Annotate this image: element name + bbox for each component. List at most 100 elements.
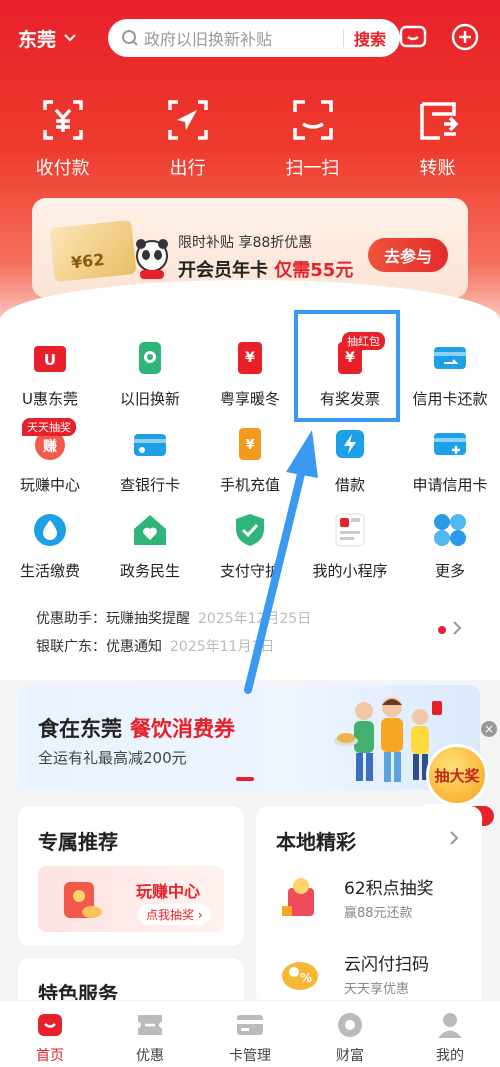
- top-bar: 东莞 政府以旧换新补贴 搜索: [18, 18, 486, 58]
- local-item-title: 云闪付扫码: [344, 955, 429, 975]
- notice-date: 2025年11月3日: [170, 639, 275, 655]
- service-bank-card[interactable]: 查银行卡: [100, 426, 200, 512]
- more-grid-icon: [434, 514, 466, 546]
- service-warm-winter[interactable]: ¥ 粤享暖冬: [200, 340, 300, 426]
- tab-offers[interactable]: 优惠: [100, 1001, 200, 1067]
- mini-program-icon: [335, 513, 365, 547]
- city-selector[interactable]: 东莞: [18, 25, 108, 52]
- food-banner-title-text: 食在东莞: [38, 717, 122, 741]
- local-highlights-card[interactable]: 本地精彩 62积点抽奖 赢88元还款 % 云闪付扫码 天天享优惠: [256, 806, 482, 1006]
- notice-text: 优惠通知: [106, 639, 162, 655]
- chevron-right-icon: [453, 621, 462, 635]
- service-mini-programs[interactable]: 我的小程序: [300, 512, 400, 598]
- bottom-tab-bar: 首页 优惠 卡管理 财富 我的: [0, 1000, 500, 1067]
- lottery-ball: 抽大奖: [426, 744, 488, 806]
- svg-text:赚: 赚: [42, 438, 57, 455]
- tab-home[interactable]: 首页: [0, 1001, 100, 1067]
- home-icon: [38, 1014, 62, 1036]
- notice-item: 优惠助手：玩赚抽奖提醒 2025年12月25日: [36, 608, 311, 628]
- quick-action-transfer[interactable]: 转账: [375, 96, 500, 180]
- water-drop-icon: [34, 514, 66, 546]
- city-label: 东莞: [18, 28, 57, 51]
- highlight-box: [294, 310, 400, 422]
- service-earn-center[interactable]: 赚 天天抽奖 玩赚中心: [0, 418, 100, 512]
- unread-dot: [438, 626, 446, 634]
- tab-label: 财富: [336, 1048, 364, 1064]
- local-item[interactable]: 62积点抽奖 赢88元还款: [274, 872, 474, 928]
- service-label: 我的小程序: [312, 562, 388, 580]
- service-row: 生活缴费 政务民生 支付守护 我的小程序 更多: [0, 512, 500, 598]
- service-label: 玩赚中心: [19, 476, 80, 494]
- service-label: 粤享暖冬: [219, 390, 280, 408]
- exclusive-card[interactable]: 专属推荐 玩赚中心 点我抽奖 ›: [18, 806, 244, 946]
- service-label: 以旧换新: [119, 390, 180, 408]
- service-apply-credit[interactable]: 申请信用卡: [400, 426, 500, 512]
- quick-actions: 收付款 出行 扫一扫 转账: [0, 96, 500, 180]
- chevron-right-icon: [450, 831, 459, 845]
- add-icon[interactable]: [450, 22, 480, 52]
- join-button[interactable]: 去参与: [368, 238, 448, 272]
- svg-text:¥: ¥: [245, 438, 254, 453]
- service-phone-topup[interactable]: ¥ 手机充值: [200, 426, 300, 512]
- svg-text:¥: ¥: [245, 350, 255, 366]
- carousel-indicator: [236, 777, 254, 781]
- scan-icon: [292, 100, 333, 140]
- red-envelope-icon: [64, 882, 102, 918]
- earn-center-promo[interactable]: 玩赚中心 点我抽奖 ›: [38, 866, 224, 932]
- quick-action-scan[interactable]: 扫一扫: [250, 96, 375, 180]
- panda-mascot-icon: [136, 239, 168, 279]
- service-loan[interactable]: 借款: [300, 426, 400, 512]
- search-button[interactable]: 搜索: [354, 26, 386, 50]
- draw-button[interactable]: 点我抽奖 ›: [138, 904, 211, 925]
- search-input[interactable]: 政府以旧换新补贴 搜索: [108, 19, 400, 57]
- chevron-down-icon: [64, 34, 76, 42]
- svg-text:U: U: [44, 351, 56, 369]
- promo-tag: 天天抽奖: [22, 418, 76, 436]
- service-more[interactable]: 更多: [400, 512, 500, 598]
- tab-label: 优惠: [136, 1048, 164, 1064]
- service-gov[interactable]: 政务民生: [100, 512, 200, 598]
- promo-subtitle: 限时补贴 享88折优惠: [178, 235, 313, 251]
- user-icon: [438, 1013, 462, 1038]
- card-icon: [237, 1015, 263, 1035]
- service-label: 支付守护: [219, 562, 280, 580]
- service-label: 查银行卡: [119, 476, 180, 494]
- service-label: 手机充值: [219, 476, 280, 494]
- notice-panel[interactable]: 优惠助手：玩赚抽奖提醒 2025年12月25日 银联广东：优惠通知 2025年11月…: [18, 594, 480, 670]
- service-u-huidongguan[interactable]: U U惠东莞: [0, 340, 100, 426]
- food-banner-highlight: 餐饮消费券: [130, 717, 235, 741]
- svg-text:%: %: [300, 971, 312, 985]
- tab-wealth[interactable]: 财富: [300, 1001, 400, 1067]
- message-icon[interactable]: [398, 22, 428, 52]
- quick-action-label: 扫一扫: [285, 158, 340, 179]
- local-item-subtitle: 赢88元还款: [344, 906, 413, 921]
- exclusive-title: 专属推荐: [38, 830, 118, 854]
- promo-title: 开会员年卡 仅需55元: [178, 256, 353, 282]
- food-banner-subtitle: 全运有礼最高减200元: [38, 749, 187, 767]
- voucher-card: ¥62: [49, 219, 137, 283]
- food-voucher-banner[interactable]: 食在东莞 餐饮消费券 全运有礼最高减200元: [18, 685, 480, 790]
- quick-action-pay[interactable]: 收付款: [0, 96, 125, 180]
- food-banner-title: 食在东莞 餐饮消费券: [38, 713, 235, 743]
- divider: [342, 29, 344, 47]
- local-item[interactable]: % 云闪付扫码 天天享优惠: [274, 948, 474, 1004]
- quick-action-label: 收付款: [35, 158, 90, 179]
- transfer-icon: [419, 102, 458, 140]
- service-credit-repay[interactable]: 信用卡还款: [400, 340, 500, 426]
- service-label: 借款: [334, 476, 365, 494]
- service-trade-in[interactable]: 以旧换新: [100, 340, 200, 426]
- discount-icon: [138, 1015, 162, 1035]
- tab-me[interactable]: 我的: [400, 1001, 500, 1067]
- close-icon[interactable]: ×: [481, 721, 497, 737]
- quick-action-travel[interactable]: 出行: [125, 96, 250, 180]
- search-icon: [122, 30, 138, 46]
- service-utilities[interactable]: 生活缴费: [0, 512, 100, 598]
- local-item-title: 62积点抽奖: [344, 879, 434, 899]
- coupon-icon: %: [282, 962, 318, 990]
- search-placeholder: 政府以旧换新补贴: [144, 30, 273, 49]
- phone-topup-icon: ¥: [239, 428, 261, 460]
- tab-cards[interactable]: 卡管理: [200, 1001, 300, 1067]
- gov-home-icon: [134, 515, 166, 545]
- promo-price: 仅需55元: [274, 260, 354, 281]
- service-pay-guard[interactable]: 支付守护: [200, 512, 300, 598]
